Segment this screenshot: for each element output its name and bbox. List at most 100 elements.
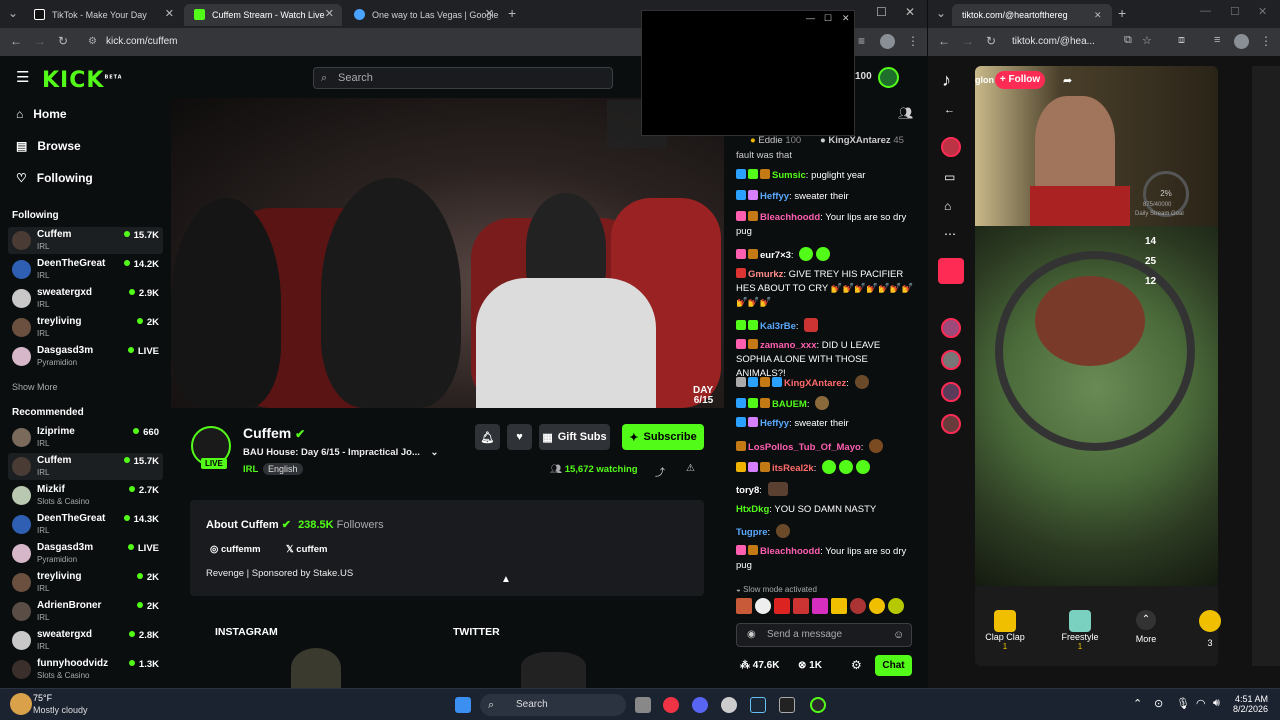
url-field[interactable]: tiktok.com/@hea... bbox=[1012, 36, 1095, 47]
chat-username[interactable]: BAUEM bbox=[772, 399, 807, 410]
gift-clap-clap[interactable]: Clap Clap 1 bbox=[975, 610, 1035, 651]
emote-icon[interactable] bbox=[850, 598, 866, 614]
sidebar-channel[interactable]: funnyhoodvidz Slots & Casino 1.3K bbox=[8, 656, 163, 683]
subscribe-button[interactable]: ✦ Subscribe bbox=[622, 424, 704, 450]
extensions-icon[interactable]: ⧈ bbox=[1178, 34, 1185, 47]
follow-button[interactable]: ♥ bbox=[507, 424, 532, 450]
hamburger-menu-icon[interactable]: ☰ bbox=[16, 68, 29, 86]
language-tag[interactable]: English bbox=[263, 463, 303, 475]
chat-settings-icon[interactable]: ⚙ bbox=[851, 658, 862, 672]
reading-list-icon[interactable]: ≡ bbox=[1214, 34, 1220, 46]
reading-list-icon[interactable]: ≡ bbox=[858, 34, 865, 48]
category-link[interactable]: IRL bbox=[243, 464, 258, 475]
wifi-icon[interactable]: ◠ bbox=[1196, 697, 1206, 710]
share-icon[interactable]: ⤴ bbox=[655, 464, 665, 479]
emote-icon[interactable] bbox=[793, 598, 809, 614]
chevron-down-icon[interactable]: ⌄ bbox=[431, 447, 439, 458]
tab-tiktok[interactable]: tiktok.com/@heartofthereg ✕ bbox=[952, 4, 1112, 26]
more-dots-icon[interactable]: ⋯ bbox=[944, 227, 956, 241]
chrome-active-icon[interactable] bbox=[810, 697, 826, 713]
share-icon[interactable]: ➦ bbox=[1063, 74, 1072, 87]
avatar[interactable] bbox=[941, 318, 961, 338]
close-window-icon[interactable]: ✕ bbox=[1258, 5, 1267, 18]
bookmark-star-icon[interactable]: ☆ bbox=[1142, 34, 1152, 47]
profile-avatar[interactable] bbox=[1234, 34, 1249, 49]
back-icon[interactable]: ← bbox=[10, 34, 22, 48]
follow-button[interactable]: + Follow bbox=[995, 71, 1045, 89]
weather-icon[interactable] bbox=[10, 693, 32, 715]
nav-browse[interactable]: ▤ Browse bbox=[16, 139, 81, 153]
tiktok-live-video[interactable]: + Follow glon ➦ 2% 875/40000 Daily Strea… bbox=[975, 66, 1218, 666]
menu-dots-icon[interactable]: ⋮ bbox=[1260, 34, 1272, 48]
maximize-icon[interactable]: ☐ bbox=[1230, 5, 1240, 18]
chat-username[interactable]: Gmurkz bbox=[748, 269, 783, 280]
emote-icon[interactable] bbox=[869, 598, 885, 614]
emote-icon[interactable] bbox=[812, 598, 828, 614]
search-input[interactable]: ⌕ Search bbox=[313, 67, 613, 89]
gift-freestyle[interactable]: Freestyle 1 bbox=[1050, 610, 1110, 651]
chat-username[interactable]: eur7×3 bbox=[760, 250, 791, 261]
taskbar-search[interactable]: ⌕ Search bbox=[480, 694, 626, 716]
sidebar-channel[interactable]: DeenTheGreat IRL 14.2K bbox=[8, 256, 163, 283]
sidebar-channel[interactable]: Mizkif Slots & Casino 2.7K bbox=[8, 482, 163, 509]
more-gifts-button[interactable]: ⌃ More bbox=[1116, 610, 1176, 644]
tiktok-logo-icon[interactable]: ♪ bbox=[942, 70, 951, 91]
file-explorer-icon[interactable] bbox=[635, 697, 651, 713]
chat-username[interactable]: Tugpre bbox=[736, 527, 768, 538]
chat-username[interactable]: Kal3rBe bbox=[760, 321, 796, 332]
minimize-icon[interactable]: — bbox=[1200, 5, 1211, 17]
sidebar-channel[interactable]: Cuffem IRL 15.7K bbox=[8, 227, 163, 254]
chat-users-icon[interactable]: 👥︎ bbox=[898, 106, 913, 120]
live-video-icon[interactable]: ▭ bbox=[944, 170, 955, 184]
app-icon[interactable] bbox=[721, 697, 737, 713]
reload-icon[interactable]: ↻ bbox=[58, 34, 68, 48]
close-tab-icon[interactable]: ✕ bbox=[165, 7, 174, 20]
emote-icon[interactable] bbox=[755, 598, 771, 614]
chat-username[interactable]: HtxDkg bbox=[736, 504, 769, 515]
close-tab-icon[interactable]: ✕ bbox=[325, 7, 334, 20]
emote-icon[interactable] bbox=[736, 598, 752, 614]
tray-chevron-icon[interactable]: ⌃ bbox=[1133, 697, 1142, 710]
emoji-icon[interactable]: ☺ bbox=[893, 624, 904, 646]
maximize-icon[interactable]: ☐ bbox=[824, 13, 832, 24]
chat-username[interactable]: Bleachhoodd bbox=[760, 212, 820, 223]
home-icon[interactable]: ⌂ bbox=[944, 199, 951, 213]
twitter-link[interactable]: 𝕏 cuffem bbox=[286, 544, 327, 555]
tab-google[interactable]: One way to Las Vegas | Google ✕ bbox=[344, 4, 502, 26]
new-tab-icon[interactable]: + bbox=[1118, 5, 1126, 21]
sidebar-channel[interactable]: AdrienBroner IRL 2K bbox=[8, 598, 163, 625]
sidebar-channel[interactable]: Dasgasd3m Pyramidion LIVE bbox=[8, 540, 163, 567]
sidebar-channel[interactable]: treyliving IRL 2K bbox=[8, 569, 163, 596]
kick-logo[interactable]: KICKBETA bbox=[42, 68, 123, 93]
tab-search-icon[interactable]: ⌄ bbox=[936, 6, 946, 20]
sidebar-channel[interactable]: sweatergxd IRL 2.8K bbox=[8, 627, 163, 654]
tray-app-icon[interactable]: ⊙ bbox=[1154, 697, 1163, 710]
close-window-icon[interactable]: ✕ bbox=[905, 5, 915, 19]
chat-username[interactable]: zamano_xxx bbox=[760, 340, 817, 351]
emote-icon[interactable] bbox=[831, 598, 847, 614]
tiktok-studio-icon[interactable] bbox=[938, 258, 964, 284]
sidebar-channel[interactable]: Dasgasd3m Pyramidion LIVE bbox=[8, 343, 163, 370]
chat-input[interactable]: ◉ Send a message ☺ bbox=[736, 623, 912, 647]
discord-icon[interactable] bbox=[692, 697, 708, 713]
emote-icon[interactable] bbox=[888, 598, 904, 614]
avatar[interactable] bbox=[941, 414, 961, 434]
notification-button[interactable]: 🔔︎ bbox=[475, 424, 500, 450]
forward-icon[interactable]: → bbox=[962, 34, 974, 48]
avatar[interactable] bbox=[941, 350, 961, 370]
sidebar-channel[interactable]: treyliving IRL 2K bbox=[8, 314, 163, 341]
back-icon[interactable]: ← bbox=[944, 104, 955, 116]
tab-search-icon[interactable]: ⌄ bbox=[8, 6, 18, 20]
reload-icon[interactable]: ↻ bbox=[986, 34, 996, 48]
user-avatar[interactable] bbox=[878, 67, 899, 88]
minimize-icon[interactable]: — bbox=[806, 13, 815, 23]
nav-home[interactable]: ⌂ Home bbox=[16, 107, 67, 121]
sidebar-channel[interactable]: Cuffem IRL 15.7K bbox=[8, 453, 163, 480]
new-tab-icon[interactable]: + bbox=[508, 5, 516, 21]
coin-balance[interactable]: 3 bbox=[1180, 610, 1240, 648]
chat-username[interactable]: Heffyy bbox=[760, 418, 789, 429]
microphone-icon[interactable]: 🎙︎ bbox=[1176, 697, 1190, 710]
report-icon[interactable]: ⚠ bbox=[686, 463, 695, 474]
popup-window[interactable]: — ☐ ✕ bbox=[641, 10, 855, 136]
channel-name[interactable]: Cuffem ✔ bbox=[243, 425, 305, 441]
